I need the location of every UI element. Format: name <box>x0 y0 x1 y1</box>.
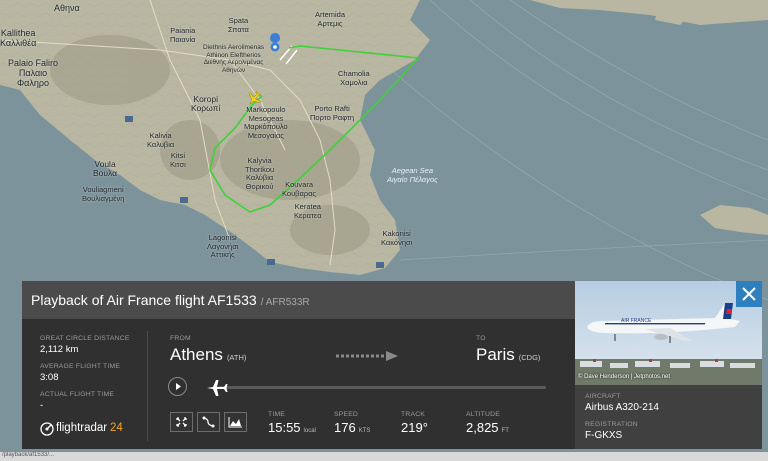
playback-slider[interactable] <box>218 386 546 389</box>
map-label-athens: Αθηνα <box>54 3 80 13</box>
map-label-markopoulo: Markopoulo Mesogeas Μαρκόπουλο Μεσογαίας <box>244 105 288 140</box>
track-value: 219° <box>401 420 428 435</box>
time-unit: local <box>303 428 316 434</box>
map-label-airport: Diethnis Aerolimenas Athinon Eleftherios… <box>203 44 265 74</box>
time-label: TIME <box>268 411 286 418</box>
speed-value: 176 <box>334 420 356 435</box>
map-label-kallithea: Kallithea Καλλιθέα <box>0 28 37 48</box>
plane-icon <box>207 380 228 396</box>
playback-slider-handle[interactable] <box>205 377 229 399</box>
map-label-chamolia: Chamolia Χαμολια <box>338 69 370 87</box>
map-label-spata: Spata Σπατα <box>228 16 249 34</box>
map-label-artemida: Artemida Αρτεμις <box>315 10 346 28</box>
route-arrow-icon <box>336 351 398 361</box>
svg-text:AIR FRANCE: AIR FRANCE <box>621 318 652 324</box>
actual-time-label: ACTUAL FLIGHT TIME <box>40 391 115 398</box>
map-label-lagonisi: Lagonisi Λαγονήσι Αττικής <box>207 233 239 259</box>
radar-icon <box>40 422 54 436</box>
flight-title: Playback of Air France flight AF1533 <box>31 292 257 308</box>
browser-status-bar: /playback/af1533/... <box>0 452 768 461</box>
photo-credit[interactable]: © Dave Henderson | Jetphotos.net <box>578 374 670 380</box>
avg-time-value: 3:08 <box>40 372 59 383</box>
altitude-chart-button[interactable] <box>224 412 247 432</box>
registration-value: F-GKXS <box>585 430 623 441</box>
altitude-unit: FT <box>501 428 509 434</box>
time-value: 15:55 <box>268 420 301 435</box>
play-button[interactable] <box>168 377 187 396</box>
speed-unit: KTS <box>358 428 371 434</box>
from-city: Athens <box>170 345 223 364</box>
route-icon <box>202 416 215 428</box>
map-label-aegean-sea: Aegean Sea Αιγαίο Πέλαγος <box>387 166 438 184</box>
play-icon <box>176 383 181 390</box>
speed-label: SPEED <box>334 411 359 418</box>
to-code: (CDG) <box>518 353 541 362</box>
great-circle-value: 2,112 km <box>40 344 79 355</box>
map-label-kouvaras: Kouvara Κουβαρας <box>282 180 317 198</box>
registration-label: REGISTRATION <box>585 421 638 428</box>
flight-callsign: / AFR533R <box>260 297 310 308</box>
from-code: (ATH) <box>226 353 247 362</box>
altitude-label: ALTITUDE <box>466 411 500 418</box>
to-city: Paris <box>476 345 515 364</box>
status-url: /playback/af1533/... <box>2 452 55 458</box>
aircraft-label: AIRCRAFT <box>585 393 621 400</box>
brand-name: flightradar <box>56 422 108 434</box>
to-airport: Paris (CDG) <box>476 345 540 365</box>
map-label-porto-rafti: Porto Rafti Πορτο Ραφτη <box>310 104 355 122</box>
brand-suffix: 24 <box>110 422 123 434</box>
panel-divider <box>147 331 148 441</box>
aircraft-photo[interactable]: AIR FRANCE © Dave Henderson | Jetphotos.… <box>575 281 762 385</box>
map-label-kalyvia: Kalyvia Thorikou Καλύβια Θορικού <box>245 156 275 191</box>
actual-time-value: - <box>40 400 44 411</box>
map-label-voula: Voula Βουλα <box>93 159 118 178</box>
altitude-chart-icon <box>228 417 242 428</box>
time-readout: 15:55 local <box>268 420 316 435</box>
avg-time-label: AVERAGE FLIGHT TIME <box>40 363 121 370</box>
from-label: FROM <box>170 335 191 342</box>
great-circle-label: GREAT CIRCLE DISTANCE <box>40 335 130 342</box>
map-label-kalivia: Kalivia Καλυβια <box>147 131 175 149</box>
altitude-readout: 2,825 FT <box>466 420 509 435</box>
panel-title: Playback of Air France flight AF1533/ AF… <box>31 292 310 308</box>
close-icon <box>742 287 756 301</box>
panel-header: Playback of Air France flight AF1533/ AF… <box>22 281 575 319</box>
fit-view-icon <box>176 417 187 427</box>
map-label-kitsi: Kitsi Κιτσι <box>170 151 186 169</box>
altitude-value: 2,825 <box>466 420 499 435</box>
aircraft-info: AIRCRAFT Airbus A320-214 REGISTRATION F-… <box>575 385 762 449</box>
map-label-koropi: Koropi Κορωπί <box>191 94 221 113</box>
speed-readout: 176 KTS <box>334 420 370 435</box>
map-label-kakonisi: Kakonisi Κακόνησι <box>381 229 413 247</box>
track-label: TRACK <box>401 411 426 418</box>
aircraft-value: Airbus A320-214 <box>585 402 659 413</box>
map-label-vouliagmeni: Vouliagmeni Βουλιαγμένη <box>82 185 125 203</box>
map-label-palaio-faliro: Palaio Faliro Παλαιο Φαληρο <box>8 58 59 88</box>
close-button[interactable] <box>736 281 762 307</box>
to-label: TO <box>476 335 486 342</box>
map-label-paiania: Paiania Παιανία <box>170 26 196 44</box>
aircraft-photo-image: AIR FRANCE <box>575 281 762 385</box>
map-label-keratea: Keratea Κερατεα <box>294 202 322 220</box>
route-toggle-button[interactable] <box>197 412 220 432</box>
fit-view-button[interactable] <box>170 412 193 432</box>
from-airport: Athens (ATH) <box>170 345 246 365</box>
